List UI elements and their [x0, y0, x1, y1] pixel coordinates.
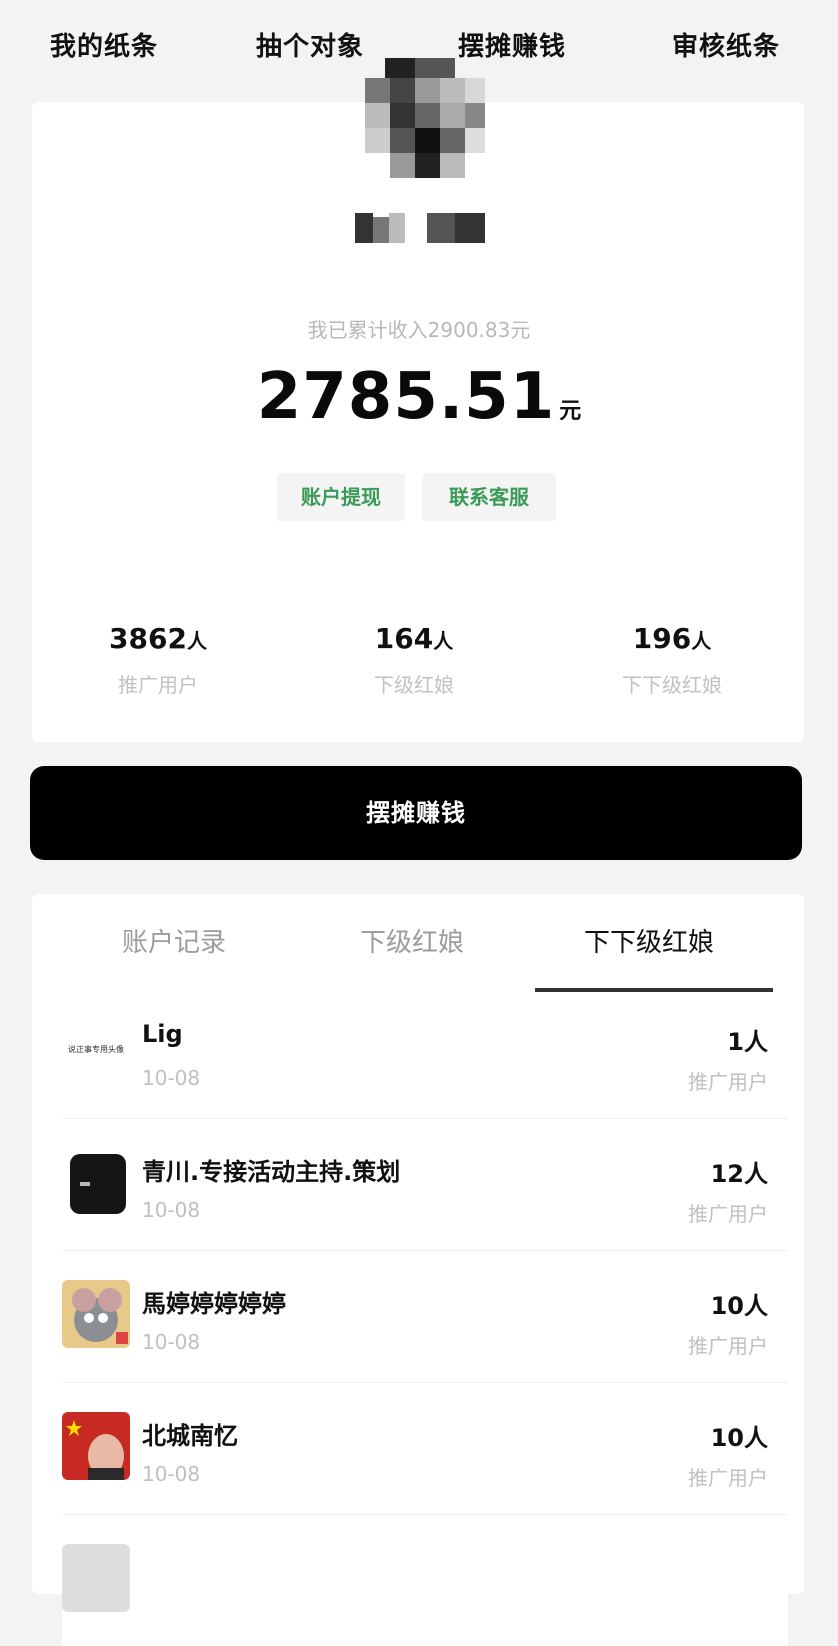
item-count: 10人: [710, 1424, 768, 1452]
item-date: 10-08: [142, 1066, 201, 1090]
item-name: Lig: [142, 1020, 183, 1048]
stat-value: 196: [632, 622, 692, 655]
stat-value: 164: [374, 622, 434, 655]
item-count-label: 推广用户: [688, 1202, 768, 1226]
item-count: 10人: [710, 1292, 768, 1320]
list-item[interactable]: 北城南忆 10-08 10人 推广用户: [62, 1390, 788, 1515]
nav-my-notes[interactable]: 我的纸条: [50, 26, 158, 63]
item-name: 北城南忆: [142, 1422, 238, 1450]
stat-label: 下下级红娘: [622, 673, 722, 697]
nickname-blur: [355, 213, 485, 243]
stat-label: 下级红娘: [374, 673, 454, 697]
nav-review-notes[interactable]: 审核纸条: [672, 26, 780, 63]
contact-support-button[interactable]: 联系客服: [422, 473, 556, 521]
avatar: [62, 1412, 130, 1480]
stat-unit: 人: [691, 629, 712, 653]
withdraw-button[interactable]: 账户提现: [277, 473, 405, 521]
nav-draw-match[interactable]: 抽个对象: [256, 26, 364, 63]
list-item[interactable]: 说正事专用头像 Lig 10-08 1人 推广用户: [62, 994, 788, 1119]
avatar: 说正事专用头像: [62, 1016, 130, 1084]
total-income-text: 我已累计收入2900.83元: [307, 318, 531, 342]
stat-label: 推广用户: [118, 673, 198, 697]
item-name: 青川.专接活动主持.策划: [142, 1158, 401, 1186]
stat-sub-sub-matchmakers: 196人 下下级红娘: [572, 622, 772, 698]
tab-bar: 账户记录 下级红娘 下下级红娘: [32, 894, 804, 992]
avatar: [365, 58, 485, 178]
tab-account-records[interactable]: 账户记录: [122, 922, 226, 959]
earn-money-button[interactable]: 摆摊赚钱: [30, 766, 802, 860]
stat-promoted-users: 3862人 推广用户: [58, 622, 258, 698]
list-card: 账户记录 下级红娘 下下级红娘 说正事专用头像 Lig 10-08 1人 推广用…: [32, 894, 804, 1646]
tab-sub-sub-matchmakers[interactable]: 下下级红娘: [584, 922, 714, 959]
balance-row: 2785.51 元: [0, 360, 838, 434]
stat-value: 3862: [109, 622, 187, 655]
item-count: 1人: [727, 1028, 768, 1056]
list-item-partial[interactable]: [62, 1522, 788, 1646]
item-date: 10-08: [142, 1198, 201, 1222]
tab-sub-matchmakers[interactable]: 下级红娘: [360, 922, 464, 959]
item-count: 12人: [710, 1160, 768, 1188]
stat-sub-matchmakers: 164人 下级红娘: [314, 622, 514, 698]
avatar: [62, 1544, 130, 1612]
active-tab-indicator: [535, 988, 773, 992]
avatar: [62, 1148, 130, 1216]
avatar: [62, 1280, 130, 1348]
balance-amount: 2785.51: [256, 360, 556, 434]
item-count-label: 推广用户: [688, 1334, 768, 1358]
stat-unit: 人: [186, 629, 207, 653]
stat-unit: 人: [433, 629, 454, 653]
item-date: 10-08: [142, 1462, 201, 1486]
list-item[interactable]: 馬婷婷婷婷婷 10-08 10人 推广用户: [62, 1258, 788, 1383]
item-count-label: 推广用户: [688, 1466, 768, 1490]
item-count-label: 推广用户: [688, 1070, 768, 1094]
item-date: 10-08: [142, 1330, 201, 1354]
item-name: 馬婷婷婷婷婷: [142, 1290, 286, 1318]
list-item[interactable]: 青川.专接活动主持.策划 10-08 12人 推广用户: [62, 1126, 788, 1251]
avatar-caption: 说正事专用头像: [68, 1045, 124, 1054]
balance-unit: 元: [559, 399, 582, 424]
